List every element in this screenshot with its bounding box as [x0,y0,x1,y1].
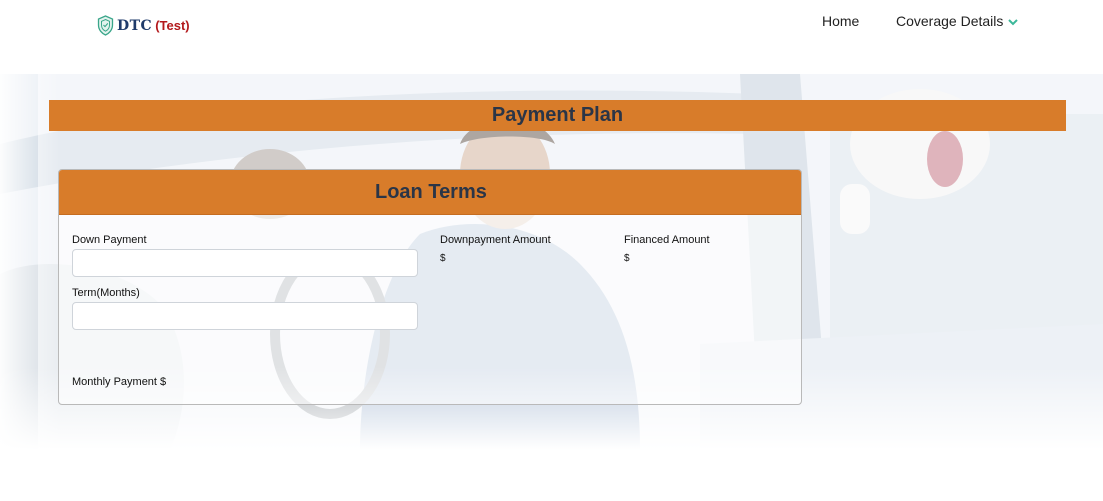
term-months-input[interactable] [72,302,418,330]
nav-coverage-details-dropdown[interactable]: Coverage Details [896,13,1019,29]
shield-logo-icon [97,15,114,36]
financed-amount-label: Financed Amount [624,234,710,246]
page: DTC (Test) Home Coverage Details Payment… [0,0,1103,501]
nav-coverage-details-label: Coverage Details [896,13,1004,29]
brand-environment-badge: (Test) [155,18,190,33]
down-payment-label: Down Payment [72,234,147,246]
payment-plan-heading: Payment Plan [49,100,1066,131]
down-payment-input[interactable] [72,249,418,277]
downpayment-amount-value: $ [440,253,446,264]
monthly-payment-label: Monthly Payment $ [72,376,167,388]
loan-terms-header: Loan Terms [59,170,801,215]
financed-amount-value: $ [624,253,630,264]
loan-terms-panel: Loan Terms Down Payment Term(Months) Dow… [58,169,802,405]
navbar: DTC (Test) Home Coverage Details [0,0,1103,56]
chevron-down-icon [1008,19,1019,26]
brand-logo-link[interactable]: DTC (Test) [97,15,190,36]
brand-name: DTC [117,17,153,34]
loan-terms-title: Loan Terms [375,181,487,203]
downpayment-amount-label: Downpayment Amount [440,234,551,246]
term-months-label: Term(Months) [72,287,140,299]
nav-home-link[interactable]: Home [822,13,859,29]
